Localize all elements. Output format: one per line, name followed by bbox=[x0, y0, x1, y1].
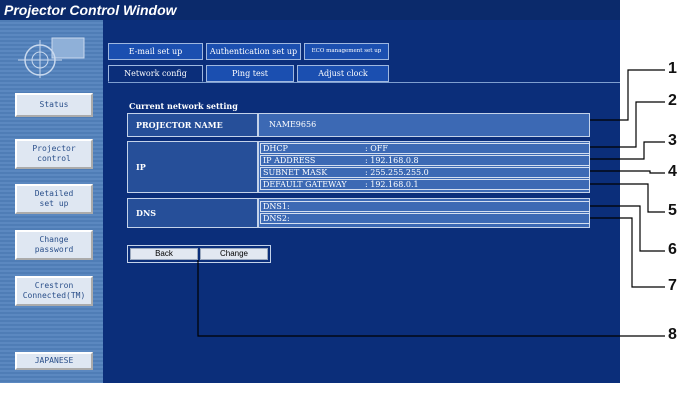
ip-row-key: SUBNET MASK bbox=[263, 168, 328, 177]
change-password-button[interactable]: Change password bbox=[15, 230, 93, 260]
callout-7: 7 bbox=[668, 277, 677, 294]
tab-network-config[interactable]: Network config bbox=[108, 65, 203, 82]
dns-row-2: DNS2: bbox=[260, 213, 590, 224]
status-button[interactable]: Status bbox=[15, 93, 93, 117]
tab-divider bbox=[108, 82, 620, 83]
crestron-connected-button[interactable]: Crestron Connected(TM) bbox=[15, 276, 93, 306]
callout-5: 5 bbox=[668, 202, 677, 219]
tab-adjust-clock[interactable]: Adjust clock bbox=[297, 65, 389, 82]
back-button[interactable]: Back bbox=[130, 248, 198, 260]
ip-row-dhcp: DHCP : OFF bbox=[260, 143, 590, 154]
ip-label: IP bbox=[127, 141, 258, 193]
ip-row-key: DHCP bbox=[263, 144, 288, 153]
ip-row-value: : 192.168.0.1 bbox=[365, 180, 419, 189]
japanese-language-button[interactable]: JAPANESE bbox=[15, 352, 93, 370]
ip-row-key: DEFAULT GATEWAY bbox=[263, 180, 347, 189]
change-button[interactable]: Change bbox=[200, 248, 268, 260]
detailed-set-up-button[interactable]: Detailed set up bbox=[15, 184, 93, 214]
callout-6: 6 bbox=[668, 241, 677, 258]
projector-control-button[interactable]: Projector control bbox=[15, 139, 93, 169]
ip-row-value: : 192.168.0.8 bbox=[365, 156, 419, 165]
callout-8: 8 bbox=[668, 326, 677, 343]
section-title: Current network setting bbox=[129, 101, 238, 111]
ip-row-subnet-mask: SUBNET MASK : 255.255.255.0 bbox=[260, 167, 590, 178]
projector-name-label: PROJECTOR NAME bbox=[127, 113, 258, 137]
ip-row-value: : OFF bbox=[365, 144, 388, 153]
dns-label: DNS bbox=[127, 198, 258, 228]
callout-1: 1 bbox=[668, 60, 677, 77]
ip-row-value: : 255.255.255.0 bbox=[365, 168, 429, 177]
callout-3: 3 bbox=[668, 132, 677, 149]
projector-logo-icon bbox=[18, 37, 85, 78]
projector-name-value: NAME9656 bbox=[258, 113, 590, 137]
tab-email-set-up[interactable]: E-mail set up bbox=[108, 43, 203, 60]
window-title: Projector Control Window bbox=[0, 0, 620, 20]
ip-row-ip-address: IP ADDRESS : 192.168.0.8 bbox=[260, 155, 590, 166]
dns-row-key: DNS1: bbox=[263, 202, 290, 211]
callout-2: 2 bbox=[668, 92, 677, 109]
dns-row-key: DNS2: bbox=[263, 214, 290, 223]
tab-authentication-set-up[interactable]: Authentication set up bbox=[206, 43, 301, 60]
tab-eco-management-set-up[interactable]: ECO management set up bbox=[304, 43, 389, 60]
ip-row-key: IP ADDRESS bbox=[263, 156, 316, 165]
dns-row-1: DNS1: bbox=[260, 201, 590, 212]
callout-4: 4 bbox=[668, 163, 677, 180]
ip-row-default-gateway: DEFAULT GATEWAY : 192.168.0.1 bbox=[260, 179, 590, 190]
tab-ping-test[interactable]: Ping test bbox=[206, 65, 294, 82]
